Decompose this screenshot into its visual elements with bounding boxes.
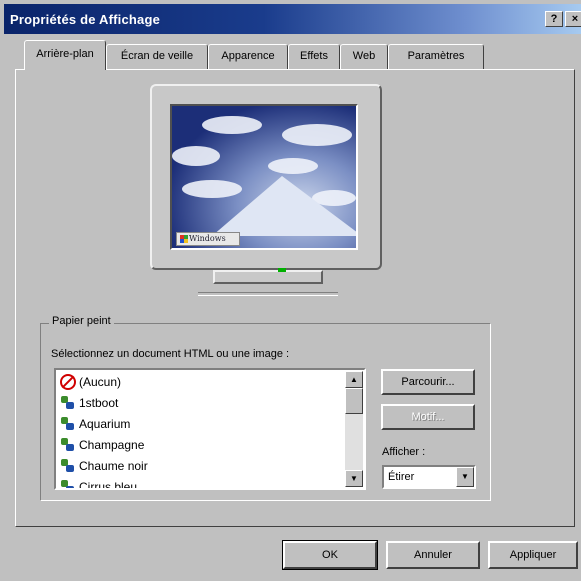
list-item-label: Chaume noir	[79, 459, 148, 473]
tab-ecran-de-veille[interactable]: Écran de veille	[106, 44, 208, 70]
tab-effets[interactable]: Effets	[288, 44, 340, 70]
bitmap-icon	[60, 416, 76, 432]
monitor-preview: Windows	[150, 84, 382, 270]
list-item[interactable]: Champagne	[60, 435, 144, 455]
list-item[interactable]: Cirrus bleu	[60, 477, 138, 490]
tab-arriere-plan[interactable]: Arrière-plan	[24, 40, 106, 70]
wallpaper-preview-screen: Windows	[170, 104, 358, 250]
windows-logo-text: Windows	[189, 234, 226, 243]
list-item-label: 1stboot	[79, 396, 119, 410]
display-properties-window: Propriétés de Affichage ? × Arrière-plan…	[0, 0, 581, 581]
wallpaper-listbox[interactable]: (Aucun) 1stboot Aquarium Champagne Chaum…	[54, 368, 366, 490]
list-item[interactable]: Aquarium	[60, 414, 130, 434]
list-item-label: Cirrus bleu	[79, 480, 138, 490]
power-led-icon	[278, 268, 286, 272]
select-prompt-label: Sélectionnez un document HTML ou une ima…	[51, 348, 290, 360]
window-title: Propriétés de Affichage	[10, 11, 161, 27]
display-mode-value: Étirer	[388, 471, 415, 483]
cloud-shape	[172, 146, 220, 166]
browse-button[interactable]: Parcourir...	[381, 369, 475, 395]
tab-web[interactable]: Web	[340, 44, 388, 70]
none-icon	[60, 374, 76, 390]
bitmap-icon	[60, 479, 76, 488]
scroll-down-icon[interactable]: ▼	[345, 470, 363, 487]
windows-logo: Windows	[176, 232, 240, 246]
scroll-up-icon[interactable]: ▲	[345, 371, 363, 388]
close-button[interactable]: ×	[565, 11, 581, 27]
list-item-label: Champagne	[79, 438, 145, 452]
tab-parametres[interactable]: Paramètres	[388, 44, 484, 70]
title-bar[interactable]: Propriétés de Affichage ? ×	[4, 4, 581, 34]
cloud-shape	[268, 158, 318, 174]
monitor-base	[198, 292, 338, 296]
mountain-shape	[212, 176, 356, 236]
display-label: Afficher :	[382, 446, 426, 458]
list-item[interactable]: Chaume noir	[60, 456, 148, 476]
list-item-label: Aquarium	[79, 417, 131, 431]
cloud-shape	[202, 116, 262, 134]
help-button[interactable]: ?	[545, 11, 563, 27]
monitor-stand	[213, 270, 323, 284]
list-item[interactable]: 1stboot	[60, 393, 118, 413]
tab-apparence[interactable]: Apparence	[208, 44, 288, 70]
pattern-button[interactable]: Motif...	[381, 404, 475, 430]
display-mode-select[interactable]: Étirer ▼	[382, 465, 476, 489]
scroll-thumb[interactable]	[345, 388, 363, 414]
chevron-down-icon[interactable]: ▼	[456, 467, 474, 487]
list-item-label: (Aucun)	[79, 375, 122, 389]
wallpaper-group-title: Papier peint	[49, 315, 114, 327]
listbox-scrollbar[interactable]: ▲ ▼	[345, 371, 363, 487]
bitmap-icon	[60, 458, 76, 474]
list-item[interactable]: (Aucun)	[60, 372, 121, 392]
apply-button[interactable]: Appliquer	[488, 541, 578, 569]
ok-button[interactable]: OK	[282, 540, 378, 570]
cloud-shape	[282, 124, 352, 146]
cancel-button[interactable]: Annuler	[386, 541, 480, 569]
bitmap-icon	[60, 437, 76, 453]
bitmap-icon	[60, 395, 76, 411]
